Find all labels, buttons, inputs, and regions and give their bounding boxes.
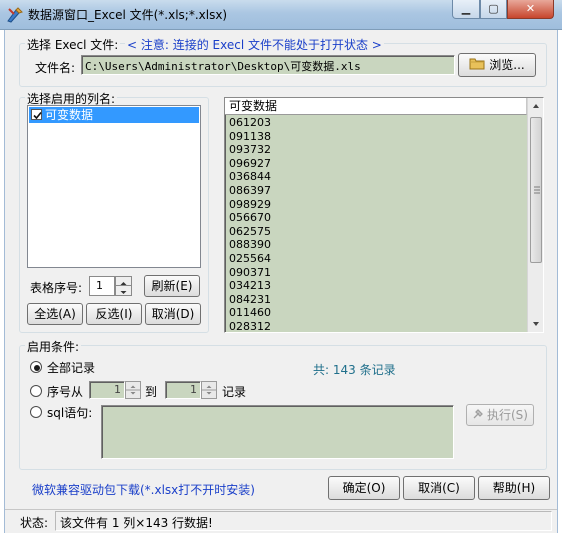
list-item[interactable]: 025564 <box>225 252 527 266</box>
execute-label: 执行(S) <box>487 408 528 422</box>
conditions-legend: 启用条件: <box>25 338 82 355</box>
column-checklist[interactable]: 可变数据 <box>27 105 201 268</box>
invert-selection-button[interactable]: 反选(I) <box>86 303 142 325</box>
list-item[interactable]: 028312 <box>225 320 527 332</box>
list-item[interactable]: 088390 <box>225 238 527 252</box>
list-item[interactable]: 096927 <box>225 157 527 171</box>
all-records-label[interactable]: 全部记录 <box>47 359 95 376</box>
status-bar: 状态: 该文件有 1 列×143 行数据! <box>5 509 557 533</box>
radio-range[interactable] <box>30 385 42 397</box>
range-from-label[interactable]: 序号从 <box>47 383 83 400</box>
data-preview-list[interactable]: 可变数据 061203 091138 093732 096927 036844 08639… <box>224 97 544 333</box>
close-button[interactable]: ✕ <box>507 0 554 19</box>
list-item[interactable]: 098929 <box>225 198 527 212</box>
refresh-button[interactable]: 刷新(E) <box>144 275 200 297</box>
list-item[interactable]: 036844 <box>225 170 527 184</box>
file-lock-notice: < 注意: 连接的 Execl 文件不能处于打开状态 > <box>125 36 384 53</box>
radio-all-records[interactable] <box>30 361 42 373</box>
list-item[interactable]: 091138 <box>225 130 527 144</box>
data-column-header[interactable]: 可变数据 <box>225 98 527 115</box>
status-label: 状态: <box>20 516 49 530</box>
checkbox-checked-icon[interactable] <box>31 109 42 120</box>
radio-selected-dot <box>34 365 40 371</box>
deselect-button[interactable]: 取消(D) <box>145 303 201 325</box>
list-item[interactable]: 090371 <box>225 266 527 280</box>
list-item[interactable]: 084231 <box>225 293 527 307</box>
column-item[interactable]: 可变数据 <box>29 107 199 123</box>
app-icon <box>6 6 24 24</box>
list-item[interactable]: 011460 <box>225 306 527 320</box>
title-bar[interactable]: 数据源窗口_Excel 文件(*.xls;*.xlsx) ▁ ▢ ✕ <box>0 0 562 30</box>
range-from-spinner[interactable] <box>125 381 141 399</box>
range-to-spinner[interactable] <box>201 381 217 399</box>
file-name-label: 文件名: <box>35 61 76 75</box>
sheet-index-input[interactable]: 1 <box>89 276 115 296</box>
help-button[interactable]: 帮助(H) <box>478 476 550 500</box>
execute-icon <box>472 406 484 426</box>
sql-label[interactable]: sql语句: <box>47 404 92 421</box>
sheet-index-label: 表格序号: <box>30 281 83 295</box>
sheet-index-spinner[interactable] <box>115 276 132 296</box>
maximize-button[interactable]: ▢ <box>480 0 507 19</box>
file-group-legend: 选择 Execl 文件: <box>25 36 121 53</box>
scroll-down-icon[interactable] <box>528 315 543 332</box>
cancel-button[interactable]: 取消(C) <box>403 476 475 500</box>
status-text: 该文件有 1 列×143 行数据! <box>60 516 213 530</box>
dialog-body: 选择 Execl 文件: < 注意: 连接的 Execl 文件不能处于打开状态 … <box>4 30 558 533</box>
select-all-button[interactable]: 全选(A) <box>27 303 83 325</box>
range-unit-label: 记录 <box>222 385 247 399</box>
minimize-button[interactable]: ▁ <box>452 0 480 19</box>
list-item[interactable]: 093732 <box>225 143 527 157</box>
execute-button[interactable]: 执行(S) <box>466 404 534 426</box>
browse-button[interactable]: 浏览... <box>458 53 536 77</box>
list-item[interactable]: 034213 <box>225 279 527 293</box>
list-item[interactable]: 056670 <box>225 211 527 225</box>
data-rows: 061203 091138 093732 096927 036844 086397 0989… <box>225 116 527 332</box>
spin-down-icon[interactable] <box>116 286 131 295</box>
scroll-thumb[interactable] <box>530 117 542 263</box>
vertical-scrollbar[interactable] <box>527 98 543 332</box>
spin-up-icon[interactable] <box>116 277 131 286</box>
column-item-label: 可变数据 <box>45 108 94 122</box>
range-to-input[interactable]: 1 <box>165 381 201 399</box>
list-item[interactable]: 062575 <box>225 225 527 239</box>
sql-input[interactable] <box>101 405 454 459</box>
list-item[interactable]: 086397 <box>225 184 527 198</box>
range-to-label: 到 <box>145 385 158 399</box>
scroll-up-icon[interactable] <box>528 98 543 115</box>
browse-label: 浏览... <box>489 58 525 72</box>
driver-download-link[interactable]: 微软兼容驱动包下载(*.xlsx打不开时安装) <box>32 481 255 498</box>
file-path-input[interactable]: C:\Users\Administrator\Desktop\可变数据.xls <box>81 55 455 75</box>
radio-sql[interactable] <box>30 406 42 418</box>
list-item[interactable]: 061203 <box>225 116 527 130</box>
folder-icon <box>469 55 485 77</box>
range-from-input[interactable]: 1 <box>89 381 125 399</box>
total-records-text: 共: 143 条记录 <box>313 363 396 377</box>
ok-button[interactable]: 确定(O) <box>328 476 400 500</box>
window-title: 数据源窗口_Excel 文件(*.xls;*.xlsx) <box>28 8 228 22</box>
status-text-box: 该文件有 1 列×143 行数据! <box>55 511 552 531</box>
